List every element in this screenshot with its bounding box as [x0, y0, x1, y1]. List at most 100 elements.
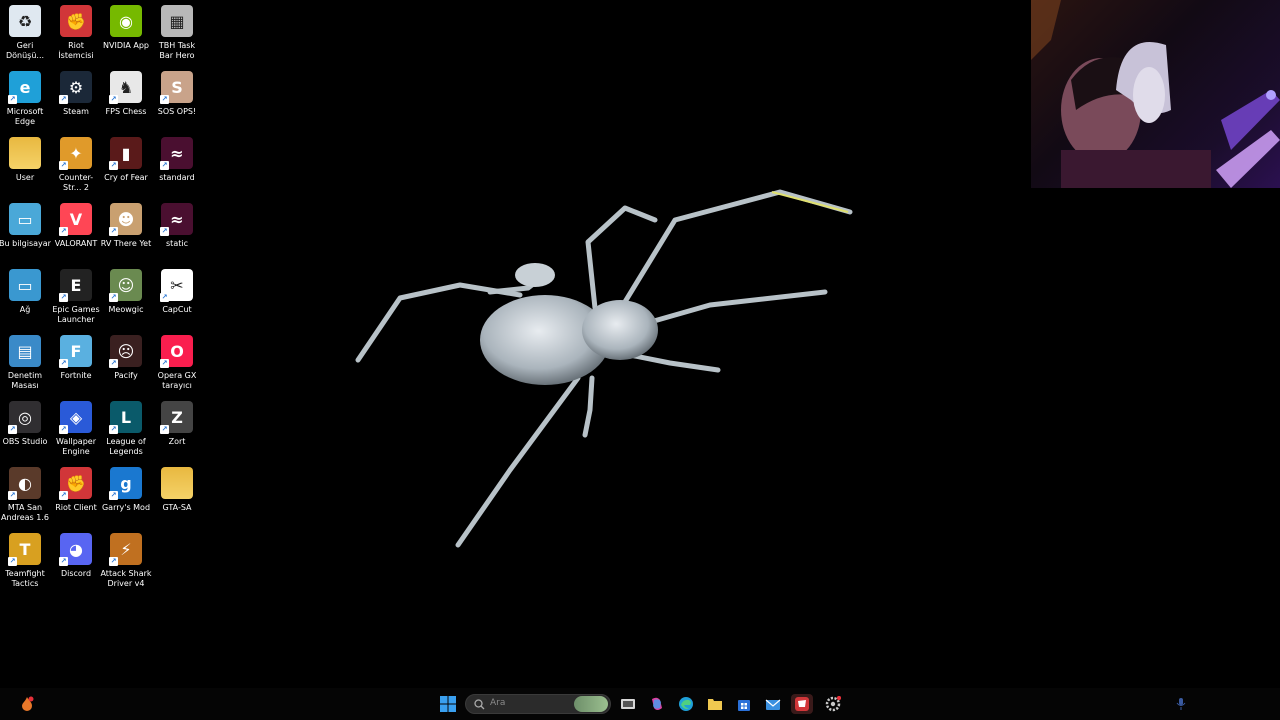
desktop-icon-label: Counter-Str... 2 [58, 173, 94, 192]
desktop-icon[interactable]: F ↗ Fortnite [51, 335, 101, 381]
desktop-icon-label: NVIDIA App [103, 41, 149, 50]
desktop-icon[interactable]: E ↗ Epic Games Launcher [51, 269, 101, 325]
copilot-icon [652, 697, 662, 710]
obs-icon: ◎ ↗ [8, 401, 41, 434]
desktop-icon-label: GTA-SA [162, 503, 192, 512]
desktop-icon[interactable]: S ↗ SOS OPS! [152, 71, 202, 117]
search-highlight-image [574, 696, 608, 712]
shortcut-arrow-icon: ↗ [59, 293, 68, 302]
mail-button[interactable] [762, 694, 784, 714]
desktop-icon-label: OBS Studio [2, 437, 48, 446]
desktop-icon[interactable]: O ↗ Opera GX tarayıcı [152, 335, 202, 391]
start-button[interactable] [437, 694, 459, 714]
desktop-icon[interactable]: User [0, 137, 50, 183]
nvidia-icon: ◉ [110, 5, 142, 37]
desktop-icon-label: Riot Client [55, 503, 97, 512]
desktop-icon[interactable]: V ↗ VALORANT [51, 203, 101, 249]
gear-icon [825, 696, 841, 712]
desktop-icon-label: Meowgic [108, 305, 144, 314]
control-panel-icon: ▤ [9, 335, 41, 367]
discord-icon: ◕ ↗ [59, 533, 92, 566]
desktop-icon[interactable]: ◐ ↗ MTA San Andreas 1.6 [0, 467, 50, 523]
desktop-icon-label: Fortnite [60, 371, 92, 380]
static-icon: ≈ ↗ [160, 203, 193, 236]
desktop-icon[interactable]: ✦ ↗ Counter-Str... 2 [51, 137, 101, 193]
desktop-icon-label: Ağ [19, 305, 31, 314]
webcam-feed-image [1031, 0, 1280, 188]
store-icon [738, 700, 750, 711]
desktop-icon-label: Opera GX tarayıcı [157, 371, 197, 390]
desktop-icon[interactable]: ◕ ↗ Discord [51, 533, 101, 579]
desktop-icon[interactable]: ≈ ↗ static [152, 203, 202, 249]
desktop-icon[interactable]: GTA-SA [152, 467, 202, 513]
attack-shark-icon: ⚡ ↗ [109, 533, 142, 566]
store-button[interactable] [733, 694, 755, 714]
desktop-icon-label: User [15, 173, 35, 182]
desktop-icon[interactable]: L ↗ League of Legends [101, 401, 151, 457]
desktop-icon[interactable]: ▭ Bu bilgisayar [0, 203, 51, 249]
desktop-icon[interactable]: g ↗ Garry's Mod [101, 467, 151, 513]
rv-there-yet-icon: ☻ ↗ [109, 203, 142, 236]
desktop-icon-label: TBH Task Bar Hero [158, 41, 196, 60]
taskbar-search-box[interactable]: Ara [465, 694, 611, 714]
zort-icon: Z ↗ [160, 401, 193, 434]
desktop-icon[interactable]: ≈ ↗ standard [152, 137, 202, 183]
tbh-icon: ▦ [161, 5, 193, 37]
settings-button[interactable] [822, 694, 844, 714]
desktop-icon[interactable]: ♞ ↗ FPS Chess [101, 71, 151, 117]
desktop-icon[interactable]: ⚙ ↗ Steam [51, 71, 101, 117]
desktop-icon-label: RV There Yet [100, 239, 152, 248]
desktop-icon[interactable]: e ↗ Microsoft Edge [0, 71, 50, 127]
shortcut-arrow-icon: ↗ [59, 425, 68, 434]
desktop-icon-label: Riot İstemcisi [58, 41, 94, 60]
desktop-icon-label: Cry of Fear [104, 173, 148, 182]
shortcut-arrow-icon: ↗ [160, 95, 169, 104]
desktop-icon[interactable]: ◉ NVIDIA App [101, 5, 151, 51]
desktop-icon[interactable]: ▤ Denetim Masası [0, 335, 50, 391]
microphone-tray-button[interactable] [1170, 694, 1192, 714]
steam-icon: ⚙ ↗ [59, 71, 92, 104]
spider-wallpaper [355, 189, 853, 548]
desktop-icon[interactable]: Z ↗ Zort [152, 401, 202, 447]
task-view-button[interactable] [617, 694, 639, 714]
shortcut-arrow-icon: ↗ [109, 95, 118, 104]
shortcut-arrow-icon: ↗ [160, 425, 169, 434]
desktop-icon[interactable]: ♻ Geri Dönüşü... [0, 5, 50, 61]
desktop-icon-label: Microsoft Edge [6, 107, 44, 126]
network-icon: ▭ [9, 269, 41, 301]
desktop-icon[interactable]: ▭ Ağ [0, 269, 50, 315]
shortcut-arrow-icon: ↗ [160, 227, 169, 236]
edge-icon [679, 697, 693, 711]
shortcut-arrow-icon: ↗ [59, 227, 68, 236]
desktop-icon-label: Pacify [114, 371, 138, 380]
desktop-icon[interactable]: ✊ Riot İstemcisi [51, 5, 101, 61]
desktop-icon-label: Geri Dönüşü... [5, 41, 45, 60]
edge-taskbar-button[interactable] [675, 694, 697, 714]
desktop-icon[interactable]: ✂ ↗ CapCut [152, 269, 202, 315]
desktop-icon-label: Attack Shark Driver v4 [100, 569, 152, 588]
desktop-icon[interactable]: ▮ ↗ Cry of Fear [101, 137, 151, 183]
riot-client-icon: ✊ [60, 5, 92, 37]
desktop-icon[interactable]: ☻ ↗ RV There Yet [101, 203, 151, 249]
folder-icon [161, 467, 193, 499]
desktop-icon-grid: ♻ Geri Dönüşü... ✊ Riot İstemcisi ◉ NVIDIA Ap… [0, 0, 204, 680]
desktop-icon[interactable]: ☹ ↗ Pacify [101, 335, 151, 381]
shortcut-arrow-icon: ↗ [109, 557, 118, 566]
desktop-icon[interactable]: ▦ TBH Task Bar Hero [152, 5, 202, 61]
shortcut-arrow-icon: ↗ [59, 95, 68, 104]
desktop-icon[interactable]: ◈ ↗ Wallpaper Engine [51, 401, 101, 457]
desktop-icon[interactable]: ✊ ↗ Riot Client [51, 467, 101, 513]
desktop-icon[interactable]: T ↗ Teamfight Tactics [0, 533, 50, 589]
copilot-button[interactable] [646, 694, 668, 714]
shortcut-arrow-icon: ↗ [8, 95, 17, 104]
desktop-icon[interactable]: ◎ ↗ OBS Studio [0, 401, 50, 447]
desktop-icon[interactable]: ⚡ ↗ Attack Shark Driver v4 [100, 533, 152, 589]
file-explorer-button[interactable] [704, 694, 726, 714]
weather-widget-button[interactable] [16, 694, 38, 714]
desktop-icon[interactable]: ☺ ↗ Meowgic [101, 269, 151, 315]
desktop-icon-label: Zort [168, 437, 186, 446]
desktop-icon-label: CapCut [162, 305, 192, 314]
shortcut-arrow-icon: ↗ [160, 161, 169, 170]
valorant-icon: V ↗ [59, 203, 92, 236]
riot-client-taskbar-button[interactable] [791, 694, 813, 714]
